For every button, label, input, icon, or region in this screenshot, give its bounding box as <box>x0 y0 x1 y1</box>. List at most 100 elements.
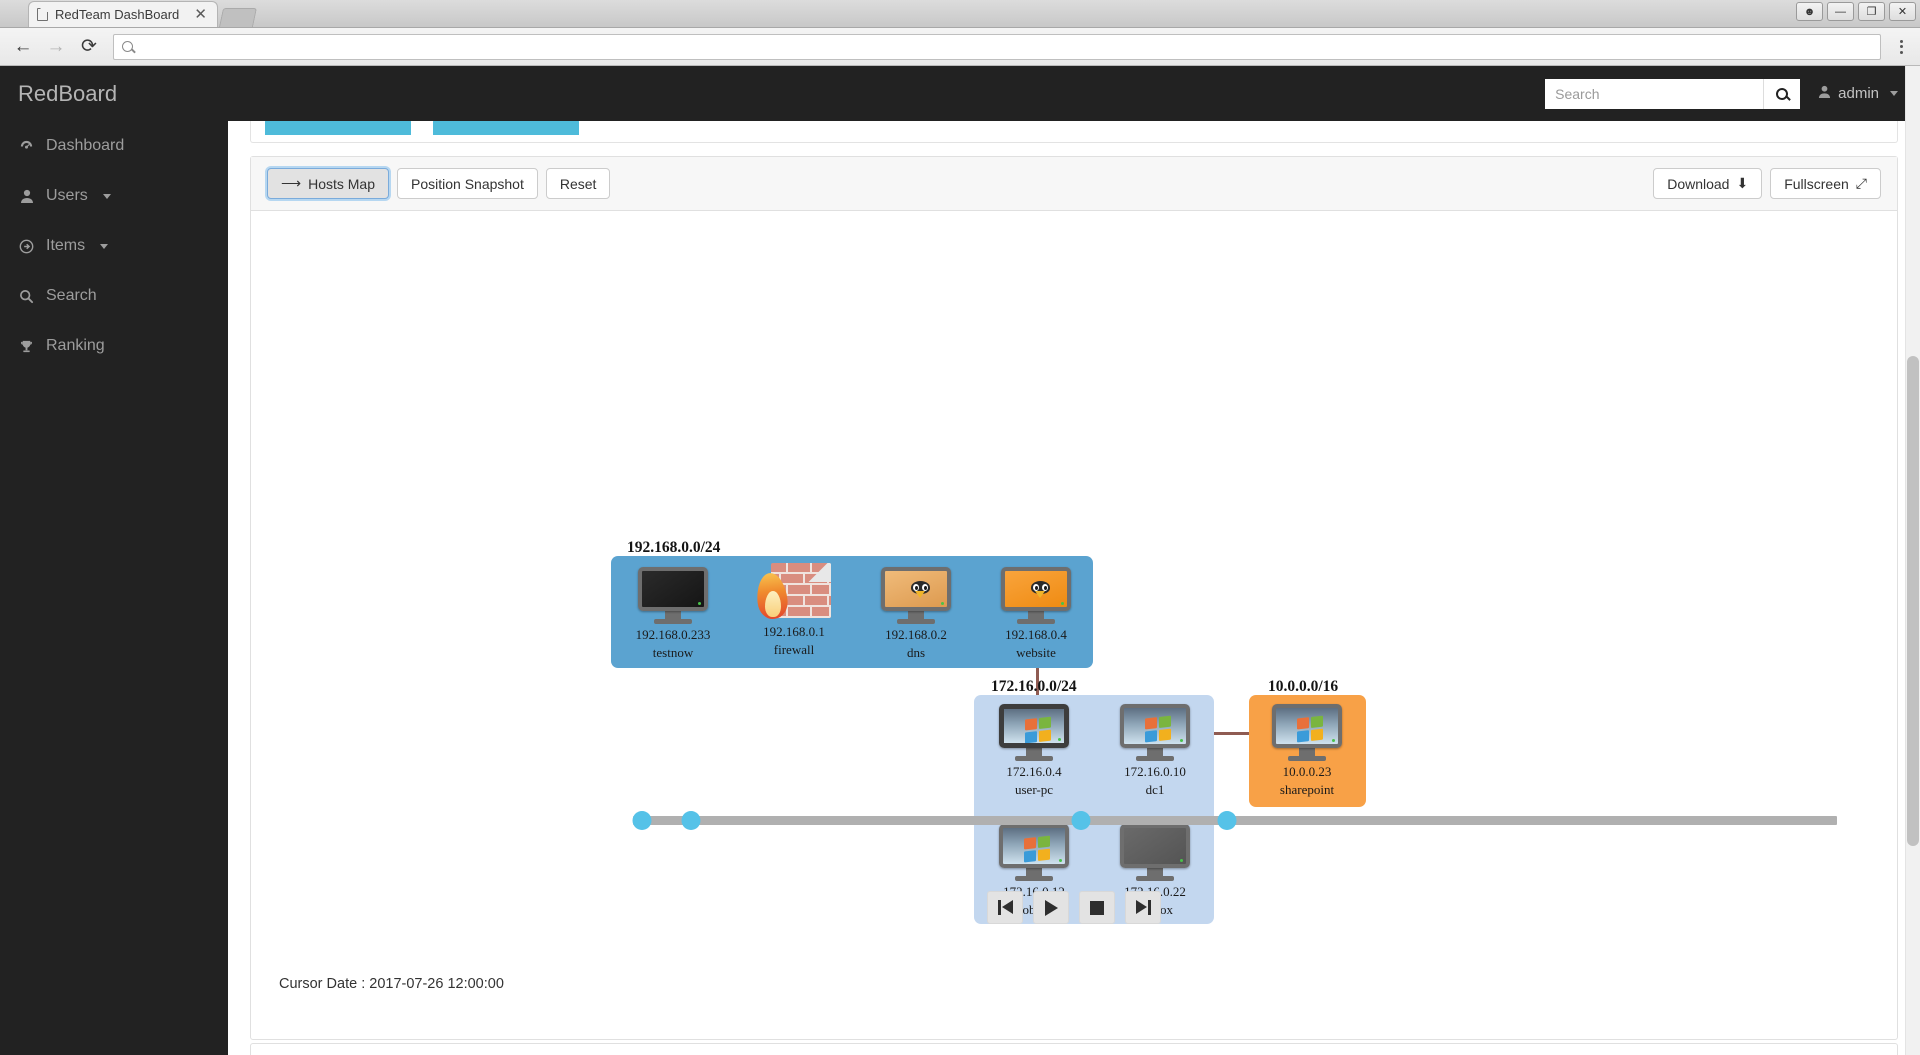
host-dc1[interactable]: 172.16.0.10 dc1 <box>1103 704 1207 798</box>
timeline-handle[interactable] <box>632 811 652 830</box>
sidebar-item-label: Dashboard <box>46 137 125 154</box>
host-sharepoint[interactable]: 10.0.0.23 sharepoint <box>1255 704 1359 798</box>
host-dns[interactable]: 192.168.0.2 dns <box>864 567 968 661</box>
host-ip: 172.16.0.10 <box>1124 764 1186 779</box>
forward-icon[interactable]: → <box>41 33 71 61</box>
host-name: dc1 <box>1145 782 1165 798</box>
scrollbar-thumb[interactable] <box>1907 356 1919 846</box>
sidebar-item-search[interactable]: Search <box>0 271 228 321</box>
timeline-handle[interactable] <box>1217 811 1237 830</box>
sidebar-item-items[interactable]: Items <box>0 221 228 271</box>
monitor-icon <box>638 567 708 624</box>
clipped-blue-button-1[interactable] <box>265 121 411 135</box>
host-name: firewall <box>773 642 815 658</box>
host-ip: 10.0.0.23 <box>1282 764 1332 779</box>
search-submit-button[interactable] <box>1763 78 1801 109</box>
chevron-down-icon <box>102 193 111 199</box>
page-scrollbar[interactable] <box>1905 66 1920 1055</box>
sidebar: RedBoard Dashboard Users Items Search Ra… <box>0 66 228 1055</box>
skip-end-icon <box>1135 900 1151 915</box>
fullscreen-icon: ⤢ <box>1855 175 1867 191</box>
host-ip: 192.168.0.2 <box>885 627 947 642</box>
minimize-button[interactable]: — <box>1827 2 1854 21</box>
browser-tab[interactable]: RedTeam DashBoard ✕ <box>28 1 218 27</box>
host-testnow[interactable]: 192.168.0.233 testnow <box>621 567 725 661</box>
chevron-down-icon <box>1890 91 1898 96</box>
timeline-handle[interactable] <box>1071 811 1091 830</box>
skip-to-end-button[interactable] <box>1125 891 1161 924</box>
download-button[interactable]: Download ⬇ <box>1653 168 1763 199</box>
playback-controls <box>251 891 1897 924</box>
host-ip: 172.16.0.4 <box>1006 764 1062 779</box>
skip-start-icon <box>997 900 1013 915</box>
tab-title: RedTeam DashBoard <box>55 7 180 22</box>
sidebar-item-users[interactable]: Users <box>0 171 228 221</box>
sidebar-item-label: Items <box>46 237 86 254</box>
brand-logo[interactable]: RedBoard <box>0 66 228 121</box>
arrow-circle-icon <box>18 239 35 254</box>
timeline[interactable] <box>251 801 1897 841</box>
search-icon <box>1776 87 1789 100</box>
user-avatar-icon <box>1818 85 1831 102</box>
windows-logo-icon <box>1297 715 1324 744</box>
hosts-map-label: Hosts Map <box>308 175 375 192</box>
skip-to-start-button[interactable] <box>987 891 1023 924</box>
sidebar-item-ranking[interactable]: Ranking <box>0 321 228 371</box>
address-bar[interactable] <box>113 33 1881 60</box>
address-search-icon <box>122 41 133 52</box>
host-firewall[interactable]: 192.168.0.1 firewall <box>742 563 846 658</box>
user-menu[interactable]: admin <box>1818 85 1898 102</box>
hosts-map-panel: ⟶ Hosts Map Position Snapshot Reset Down… <box>250 156 1898 1040</box>
profile-icon[interactable]: ☻ <box>1796 2 1823 21</box>
window-controls: ☻ — ❐ ✕ <box>1796 2 1916 21</box>
network-map-canvas[interactable]: 192.168.0.0/24 192.168.0.233 testnow 192… <box>251 211 1897 1039</box>
stop-button[interactable] <box>1079 891 1115 924</box>
timeline-handle[interactable] <box>681 811 701 830</box>
search-icon <box>18 289 35 304</box>
position-snapshot-button[interactable]: Position Snapshot <box>397 168 538 199</box>
clipped-blue-button-2[interactable] <box>433 121 579 135</box>
firewall-icon <box>754 563 831 621</box>
play-icon <box>1044 899 1058 916</box>
browser-menu-icon[interactable] <box>1890 34 1912 60</box>
search-input[interactable] <box>1545 78 1764 109</box>
user-menu-label: admin <box>1838 85 1879 102</box>
cursor-date-label: Cursor Date : 2017-07-26 12:00:00 <box>279 976 504 992</box>
reset-button[interactable]: Reset <box>545 168 611 199</box>
host-website[interactable]: 192.168.0.4 website <box>984 567 1088 661</box>
download-icon: ⬇ <box>1736 175 1749 191</box>
close-window-button[interactable]: ✕ <box>1889 2 1916 21</box>
monitor-icon <box>881 567 951 624</box>
fullscreen-label: Fullscreen <box>1784 175 1849 192</box>
host-name: dns <box>906 645 926 661</box>
browser-titlebar: RedTeam DashBoard ✕ ☻ — ❐ ✕ <box>0 0 1920 28</box>
arrow-right-icon: ⟶ <box>281 175 302 191</box>
subnet-label: 10.0.0.0/16 <box>1268 678 1339 695</box>
windows-logo-icon <box>1145 715 1172 744</box>
host-ip: 192.168.0.4 <box>1005 627 1067 642</box>
host-user-pc[interactable]: 172.16.0.4 user-pc <box>982 704 1086 798</box>
monitor-icon <box>1272 704 1342 761</box>
host-ip: 192.168.0.233 <box>635 627 711 642</box>
play-button[interactable] <box>1033 891 1069 924</box>
browser-chrome: RedTeam DashBoard ✕ ☻ — ❐ ✕ ← → ⟳ <box>0 0 1920 66</box>
maximize-button[interactable]: ❐ <box>1858 2 1885 21</box>
hosts-map-button[interactable]: ⟶ Hosts Map <box>267 168 389 199</box>
fullscreen-button[interactable]: Fullscreen ⤢ <box>1770 168 1881 199</box>
sidebar-item-label: Ranking <box>46 337 105 354</box>
map-toolbar: ⟶ Hosts Map Position Snapshot Reset Down… <box>251 157 1897 211</box>
download-label: Download <box>1667 175 1730 192</box>
user-icon <box>18 189 35 204</box>
document-icon <box>37 8 48 21</box>
header-search <box>1545 78 1801 109</box>
new-tab-button[interactable] <box>218 8 258 27</box>
back-icon[interactable]: ← <box>8 33 38 61</box>
clipped-bottom-panel <box>250 1043 1898 1055</box>
trophy-icon <box>18 339 35 354</box>
sidebar-item-dashboard[interactable]: Dashboard <box>0 121 228 171</box>
sidebar-item-label: Search <box>46 287 97 304</box>
close-tab-icon[interactable]: ✕ <box>192 7 209 22</box>
subnet-label: 172.16.0.0/24 <box>991 678 1077 695</box>
top-header: admin <box>228 66 1920 121</box>
reload-icon[interactable]: ⟳ <box>74 33 104 61</box>
